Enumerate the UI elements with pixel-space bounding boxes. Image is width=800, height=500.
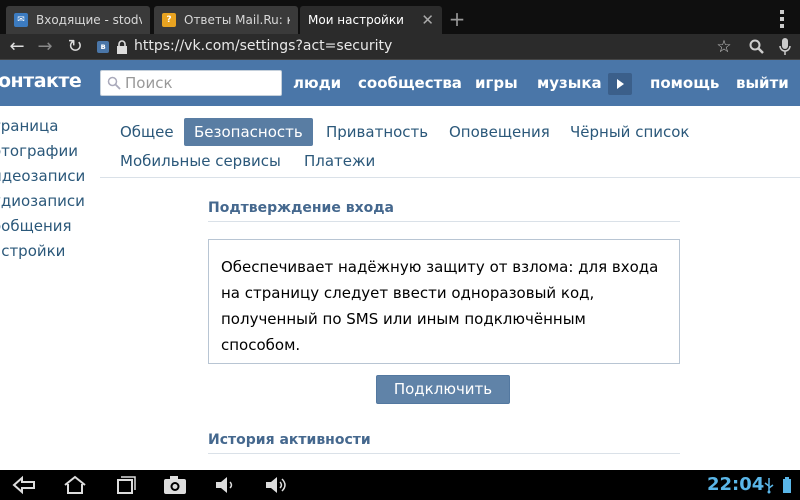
browser-tab-answers[interactable]: ? Ответы Mail.Ru: к	[154, 6, 298, 34]
search-icon	[107, 76, 121, 90]
web-page: онтакте люди сообщества игры музыка помо…	[0, 60, 800, 470]
tab-notifications[interactable]: Оповещения	[439, 118, 560, 146]
left-menu-item-audio[interactable]: удиозаписи	[0, 191, 100, 216]
left-menu-item-page[interactable]: траница	[0, 116, 100, 141]
screenshot-camera-icon[interactable]	[160, 474, 190, 496]
section-divider	[208, 453, 680, 454]
login-confirm-description: Обеспечивает надёжную защиту от взлома: …	[221, 258, 659, 354]
screen: ✉ Входящие - stodv ? Ответы Mail.Ru: к М…	[0, 0, 800, 500]
mail-favicon-icon: ✉	[14, 13, 28, 27]
play-icon[interactable]	[608, 73, 632, 95]
usb-icon	[764, 478, 774, 494]
tab-label: Входящие - stodv	[36, 13, 142, 27]
status-clock: 22:04	[707, 474, 765, 495]
left-menu-item-messages[interactable]: ообщения	[0, 216, 100, 241]
vk-favicon-icon: в	[97, 41, 109, 53]
reload-icon[interactable]: ↻	[64, 36, 86, 58]
browser-tab-mail[interactable]: ✉ Входящие - stodv	[6, 6, 150, 34]
volume-up-icon[interactable]	[260, 474, 290, 496]
forward-arrow-icon[interactable]: →	[34, 36, 56, 58]
url-input[interactable]: https://vk.com/settings?act=security	[134, 38, 392, 54]
browser-tab-strip: ✉ Входящие - stodv ? Ответы Mail.Ru: к М…	[0, 0, 800, 34]
tab-payments[interactable]: Платежи	[294, 147, 385, 175]
tab-security[interactable]: Безопасность	[184, 118, 313, 146]
recent-apps-icon[interactable]	[110, 474, 140, 496]
home-icon[interactable]	[60, 474, 90, 496]
volume-down-icon[interactable]	[210, 474, 240, 496]
system-navigation-bar: 22:04	[0, 470, 800, 500]
activity-history-title: История активности	[208, 432, 371, 448]
vk-header: онтакте люди сообщества игры музыка помо…	[0, 60, 800, 106]
bookmark-star-icon[interactable]: ☆	[713, 36, 735, 58]
left-menu-item-settings[interactable]: астройки	[0, 241, 100, 266]
nav-help[interactable]: помощь	[650, 74, 719, 92]
vk-logo[interactable]: онтакте	[0, 70, 82, 92]
tab-general[interactable]: Общее	[110, 118, 184, 146]
overflow-menu-icon[interactable]	[775, 8, 789, 30]
left-menu-item-videos[interactable]: идеозаписи	[0, 166, 100, 191]
battery-icon	[783, 477, 791, 493]
tab-label: Ответы Mail.Ru: к	[184, 13, 290, 27]
tab-mobile-services[interactable]: Мобильные сервисы	[110, 147, 291, 175]
settings-tabs: Общее Безопасность Приватность Оповещени…	[100, 106, 800, 178]
tab-blacklist[interactable]: Чёрный список	[560, 118, 700, 146]
close-tab-icon[interactable]: ✕	[421, 11, 434, 29]
left-menu: траница отографии идеозаписи удиозаписи …	[0, 116, 100, 266]
microphone-icon[interactable]	[774, 36, 796, 58]
search-box[interactable]	[100, 70, 282, 96]
nav-games[interactable]: игры	[475, 74, 518, 92]
nav-communities[interactable]: сообщества	[358, 74, 462, 92]
back-arrow-icon[interactable]: ←	[6, 36, 28, 58]
nav-music[interactable]: музыка	[537, 74, 602, 92]
back-icon[interactable]	[10, 474, 40, 496]
nav-logout[interactable]: выйти	[736, 74, 789, 92]
nav-people[interactable]: люди	[293, 74, 341, 92]
search-input[interactable]	[125, 74, 275, 92]
left-menu-item-photos[interactable]: отографии	[0, 141, 100, 166]
login-confirm-title: Подтверждение входа	[208, 200, 394, 216]
answers-favicon-icon: ?	[162, 13, 176, 27]
new-tab-button[interactable]: +	[444, 8, 470, 32]
tab-privacy[interactable]: Приватность	[316, 118, 438, 146]
browser-tab-settings[interactable]: Мои настройки ✕	[300, 6, 442, 34]
connect-button[interactable]: Подключить	[376, 375, 510, 404]
section-divider	[208, 221, 680, 222]
lock-icon	[117, 40, 127, 54]
address-bar: ← → ↻ в https://vk.com/settings?act=secu…	[0, 34, 800, 60]
tab-label: Мои настройки	[308, 13, 404, 27]
search-icon[interactable]	[746, 36, 768, 58]
login-confirm-description-box: Обеспечивает надёжную защиту от взлома: …	[208, 239, 680, 364]
